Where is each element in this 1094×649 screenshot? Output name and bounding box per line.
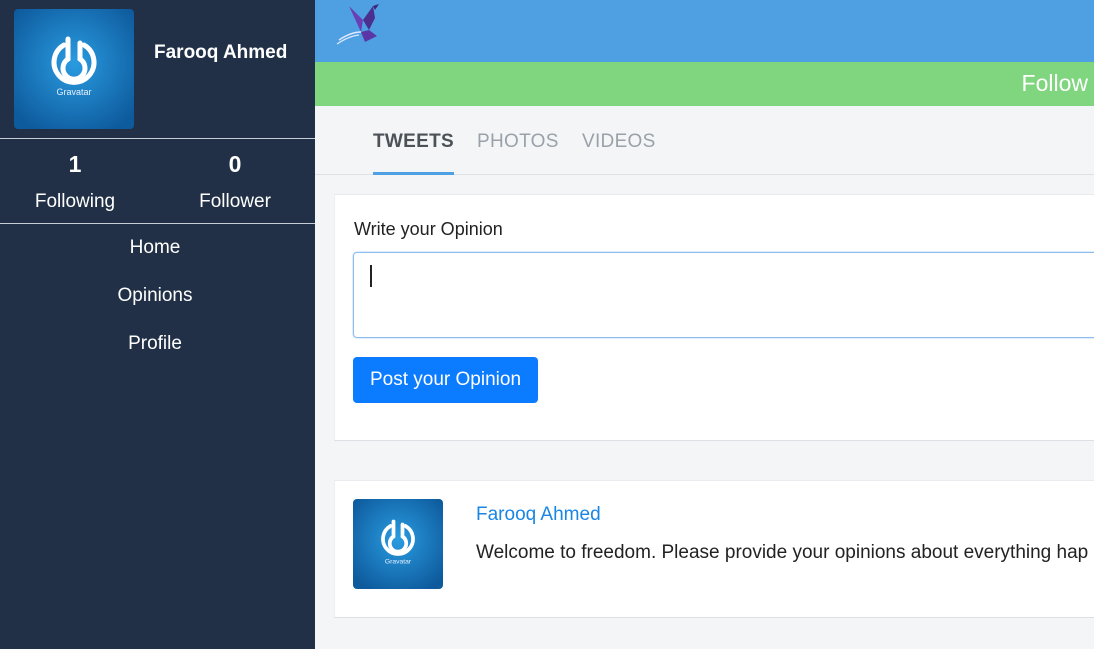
sidebar-nav: Home Opinions Profile	[0, 224, 310, 368]
svg-text:Gravatar: Gravatar	[385, 559, 412, 566]
follower-count: 0	[228, 151, 242, 177]
following-stat[interactable]: 1 Following	[0, 140, 150, 213]
sidebar-item-home[interactable]: Home	[0, 224, 310, 272]
hummingbird-logo-icon[interactable]	[335, 2, 383, 46]
follower-stat[interactable]: 0 Follower	[160, 140, 310, 213]
sidebar-item-opinions[interactable]: Opinions	[0, 272, 310, 320]
feed-text: Welcome to freedom. Please provide your …	[476, 542, 1089, 563]
avatar[interactable]: Gravatar	[353, 499, 443, 589]
list-item: Gravatar Farooq Ahmed Welcome to freedom…	[334, 480, 1094, 618]
svg-text:Gravatar: Gravatar	[56, 87, 91, 97]
feed-author-link[interactable]: Farooq Ahmed	[476, 504, 601, 526]
profile-header: Gravatar Farooq Ahmed	[0, 0, 315, 139]
tab-photos[interactable]: PHOTOS	[477, 131, 559, 172]
user-name: Farooq Ahmed	[154, 42, 288, 63]
composer-label: Write your Opinion	[354, 219, 503, 239]
opinion-input[interactable]	[353, 252, 1094, 338]
avatar[interactable]: Gravatar	[14, 9, 134, 129]
profile-stats: 1 Following 0 Follower	[0, 140, 315, 224]
post-opinion-button[interactable]: Post your Opinion	[353, 357, 538, 403]
gravatar-logo-icon: Gravatar	[353, 499, 443, 589]
follower-label: Follower	[199, 191, 271, 212]
following-label: Following	[34, 191, 116, 212]
opinion-composer: Write your Opinion Post your Opinion	[334, 194, 1094, 441]
tab-tweets[interactable]: TWEETS	[373, 131, 454, 175]
follow-button[interactable]: Follow	[1022, 70, 1088, 97]
top-header	[315, 0, 1094, 62]
follow-strip: Follow	[315, 62, 1094, 106]
tab-videos[interactable]: VIDEOS	[582, 131, 656, 172]
gravatar-logo-icon: Gravatar	[14, 9, 134, 129]
text-caret	[370, 265, 372, 287]
following-count: 1	[68, 151, 82, 177]
content-tabs: TWEETS PHOTOS VIDEOS	[315, 106, 1094, 175]
sidebar-item-profile[interactable]: Profile	[0, 320, 310, 368]
sidebar: Gravatar Farooq Ahmed 1 Following 0 Foll…	[0, 0, 315, 649]
